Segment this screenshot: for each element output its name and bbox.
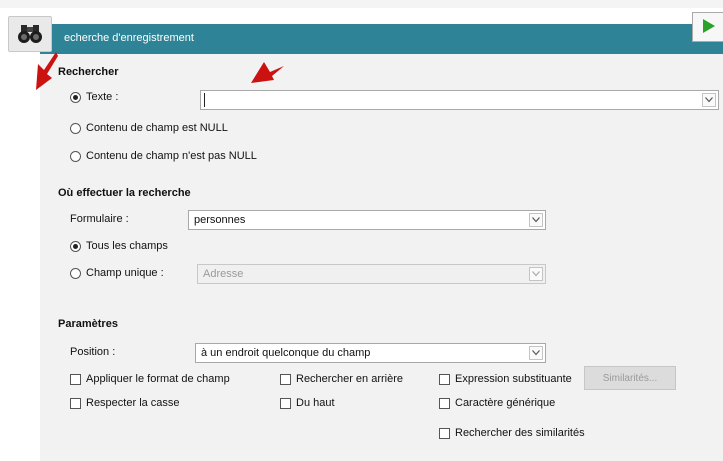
- position-label: Position :: [70, 346, 116, 358]
- from-top-label: Du haut: [296, 397, 335, 409]
- field-null-radio[interactable]: Contenu de champ est NULL: [70, 122, 228, 134]
- field-not-null-radio[interactable]: Contenu de champ n'est pas NULL: [70, 150, 257, 162]
- wildcard-checkbox[interactable]: Caractère générique: [439, 397, 555, 409]
- chevron-down-icon[interactable]: [529, 346, 543, 360]
- dialog-title: echerche d'enregistrement: [64, 32, 194, 44]
- top-strip: [0, 0, 723, 8]
- text-radio-label: Texte :: [86, 91, 119, 103]
- checkbox-indicator: [439, 397, 450, 409]
- search-text-input[interactable]: [200, 90, 719, 110]
- params-section-title: Paramètres: [58, 318, 118, 330]
- checkbox-indicator: [439, 427, 450, 439]
- similarity-search-label: Rechercher des similarités: [455, 427, 585, 439]
- single-field-radio[interactable]: Champ unique :: [70, 267, 164, 279]
- position-select[interactable]: à un endroit quelconque du champ: [195, 343, 546, 363]
- radio-indicator: [70, 267, 81, 279]
- form-label: Formulaire :: [70, 213, 129, 225]
- wildcard-label: Caractère générique: [455, 397, 556, 409]
- radio-indicator: [70, 122, 81, 134]
- radio-indicator: [70, 240, 81, 252]
- radio-indicator: [70, 150, 81, 162]
- match-case-label: Respecter la casse: [86, 397, 180, 409]
- where-section-title: Où effectuer la recherche: [58, 187, 191, 199]
- run-button[interactable]: [692, 12, 723, 42]
- single-field-label: Champ unique :: [86, 267, 164, 279]
- single-field-select[interactable]: Adresse: [197, 264, 546, 284]
- all-fields-label: Tous les champs: [86, 240, 168, 252]
- checkbox-indicator: [70, 373, 81, 385]
- dialog-titlebar: echerche d'enregistrement: [40, 24, 723, 54]
- chevron-down-icon[interactable]: [529, 267, 543, 281]
- all-fields-radio[interactable]: Tous les champs: [70, 240, 168, 252]
- form-select[interactable]: personnes: [188, 210, 546, 230]
- run-triangle-icon: [703, 19, 715, 33]
- checkbox-indicator: [280, 373, 291, 385]
- similarities-button[interactable]: Similarités...: [584, 366, 676, 390]
- checkbox-indicator: [439, 373, 450, 385]
- record-search-dialog: Rechercher Texte : Contenu de champ est …: [40, 54, 723, 461]
- checkbox-indicator: [70, 397, 81, 409]
- radio-indicator: [70, 91, 81, 103]
- text-radio[interactable]: Texte :: [70, 91, 118, 103]
- search-backwards-label: Rechercher en arrière: [296, 373, 403, 385]
- chevron-down-icon[interactable]: [529, 213, 543, 227]
- match-case-checkbox[interactable]: Respecter la casse: [70, 397, 180, 409]
- annotation-arrow-icon: [251, 62, 284, 83]
- apply-format-label: Appliquer le format de champ: [86, 373, 230, 385]
- similarity-search-checkbox[interactable]: Rechercher des similarités: [439, 427, 585, 439]
- from-top-checkbox[interactable]: Du haut: [280, 397, 335, 409]
- binoculars-icon: [18, 25, 42, 43]
- field-not-null-label: Contenu de champ n'est pas NULL: [86, 150, 257, 162]
- text-cursor: [204, 93, 205, 107]
- apply-format-checkbox[interactable]: Appliquer le format de champ: [70, 373, 230, 385]
- substitution-expr-label: Expression substituante: [455, 373, 572, 385]
- substitution-expr-checkbox[interactable]: Expression substituante: [439, 373, 572, 385]
- chevron-down-icon[interactable]: [702, 93, 716, 107]
- field-null-label: Contenu de champ est NULL: [86, 122, 228, 134]
- annotation-arrow-icon: [36, 52, 58, 90]
- search-backwards-checkbox[interactable]: Rechercher en arrière: [280, 373, 403, 385]
- search-section-title: Rechercher: [58, 66, 119, 78]
- checkbox-indicator: [280, 397, 291, 409]
